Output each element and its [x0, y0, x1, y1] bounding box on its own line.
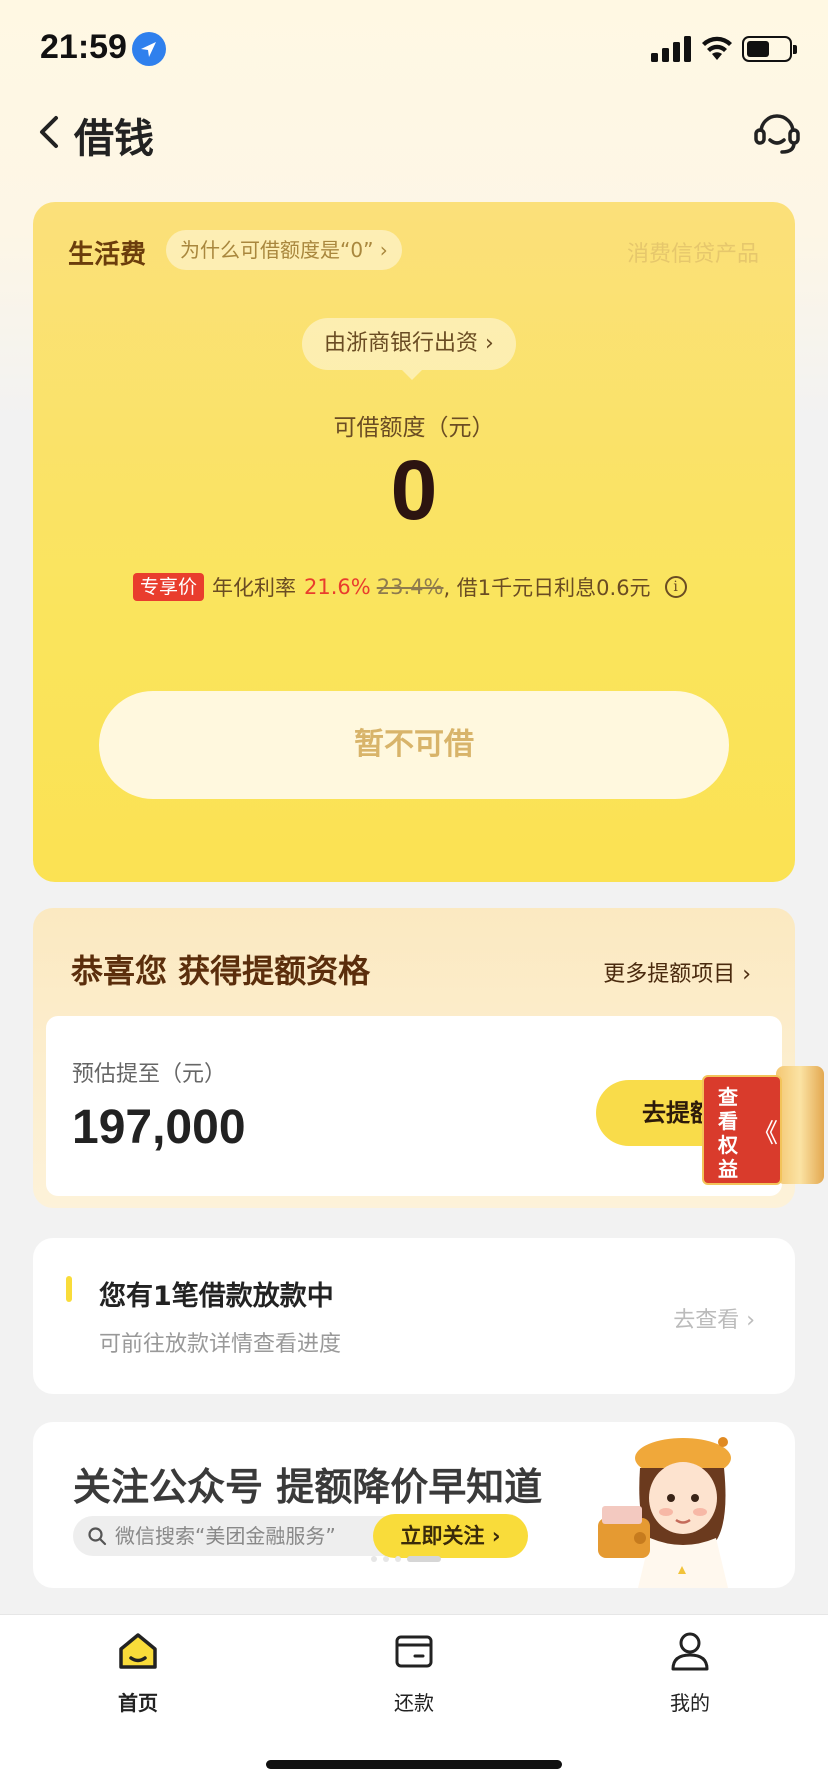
- search-icon: [88, 1527, 107, 1546]
- cartoon-girl-illustration: [598, 1437, 731, 1588]
- credit-upgrade-card: 恭喜您 获得提额资格 更多提额项目 › 预估提至（元） 197,000 去提额: [33, 908, 795, 1208]
- banner-headline: 关注公众号 提额降价早知道: [73, 1465, 543, 1509]
- funder-link[interactable]: 由浙商银行出资 ›: [302, 318, 516, 380]
- scroll-decoration: [776, 1066, 824, 1184]
- view-progress-link[interactable]: 去查看 ›: [673, 1302, 755, 1334]
- progress-title: 您有1笔借款放款中: [99, 1281, 334, 1312]
- view-benefits-badge[interactable]: 查看权益 《: [702, 1075, 782, 1185]
- status-time: 21:59: [40, 28, 127, 66]
- home-icon: [119, 1633, 157, 1669]
- page-title: 借钱: [74, 116, 154, 162]
- tab-mine[interactable]: 我的: [630, 1629, 750, 1716]
- battery-icon: [742, 36, 797, 62]
- upgrade-title: 恭喜您 获得提额资格: [71, 952, 371, 990]
- why-zero-link[interactable]: 为什么可借额度是“0” ›: [166, 230, 402, 270]
- tab-label-home: 首页: [118, 1691, 158, 1715]
- rate-old: 23.4%: [376, 575, 444, 599]
- home-indicator: [266, 1760, 562, 1769]
- estimate-label: 预估提至（元）: [72, 1062, 227, 1087]
- exclusive-price-tag: 专享价: [133, 573, 205, 601]
- tab-repay[interactable]: 还款: [354, 1629, 474, 1716]
- double-chevron-left-icon: 《: [752, 1119, 779, 1149]
- back-chevron-icon[interactable]: [30, 110, 70, 154]
- info-icon[interactable]: i: [664, 576, 687, 598]
- rate-row: 专享价 年化利率 21.6% 23.4% , 借1千元日利息0.6元 i: [133, 570, 687, 604]
- tab-home[interactable]: 首页: [78, 1629, 198, 1716]
- location-arrow-icon: [132, 32, 166, 66]
- follow-account-banner[interactable]: 关注公众号 提额降价早知道 微信搜索“美团金融服务” 立即关注 ›: [33, 1422, 795, 1588]
- rate-label: 年化利率: [212, 576, 297, 600]
- quota-value: 0: [390, 443, 438, 537]
- tab-label-mine: 我的: [670, 1691, 710, 1715]
- progress-subtitle: 可前往放款详情查看进度: [99, 1332, 342, 1357]
- product-label: 生活费: [68, 240, 147, 270]
- loan-progress-card[interactable]: 您有1笔借款放款中 可前往放款详情查看进度 去查看 ›: [33, 1238, 795, 1394]
- benefit-badge-text: 查看权益: [718, 1085, 738, 1181]
- customer-service-icon[interactable]: [752, 108, 802, 156]
- loan-card: 生活费 为什么可借额度是“0” › 消费信贷产品 由浙商银行出资 › 可借额度（…: [33, 202, 795, 882]
- more-upgrade-link[interactable]: 更多提额项目 ›: [603, 956, 751, 988]
- follow-button[interactable]: 立即关注 ›: [373, 1514, 528, 1558]
- wifi-icon: [702, 36, 732, 60]
- quota-label: 可借额度（元）: [333, 415, 495, 441]
- carousel-indicator: [371, 1556, 441, 1562]
- accent-bar: [66, 1276, 72, 1302]
- borrow-button[interactable]: 暂不可借: [99, 691, 729, 799]
- estimate-value: 197,000: [72, 1101, 246, 1154]
- rate-new: 21.6%: [304, 575, 371, 599]
- tab-label-repay: 还款: [394, 1691, 434, 1715]
- cellular-signal-icon: [651, 36, 691, 62]
- upgrade-inner-panel: 预估提至（元） 197,000 去提额: [46, 1016, 782, 1196]
- interest-info: , 借1千元日利息0.6元: [443, 576, 651, 600]
- wallet-icon: [395, 1635, 433, 1668]
- person-icon: [671, 1632, 709, 1671]
- product-type-label: 消费信贷产品: [626, 242, 759, 267]
- status-bar: 21:59: [0, 0, 828, 100]
